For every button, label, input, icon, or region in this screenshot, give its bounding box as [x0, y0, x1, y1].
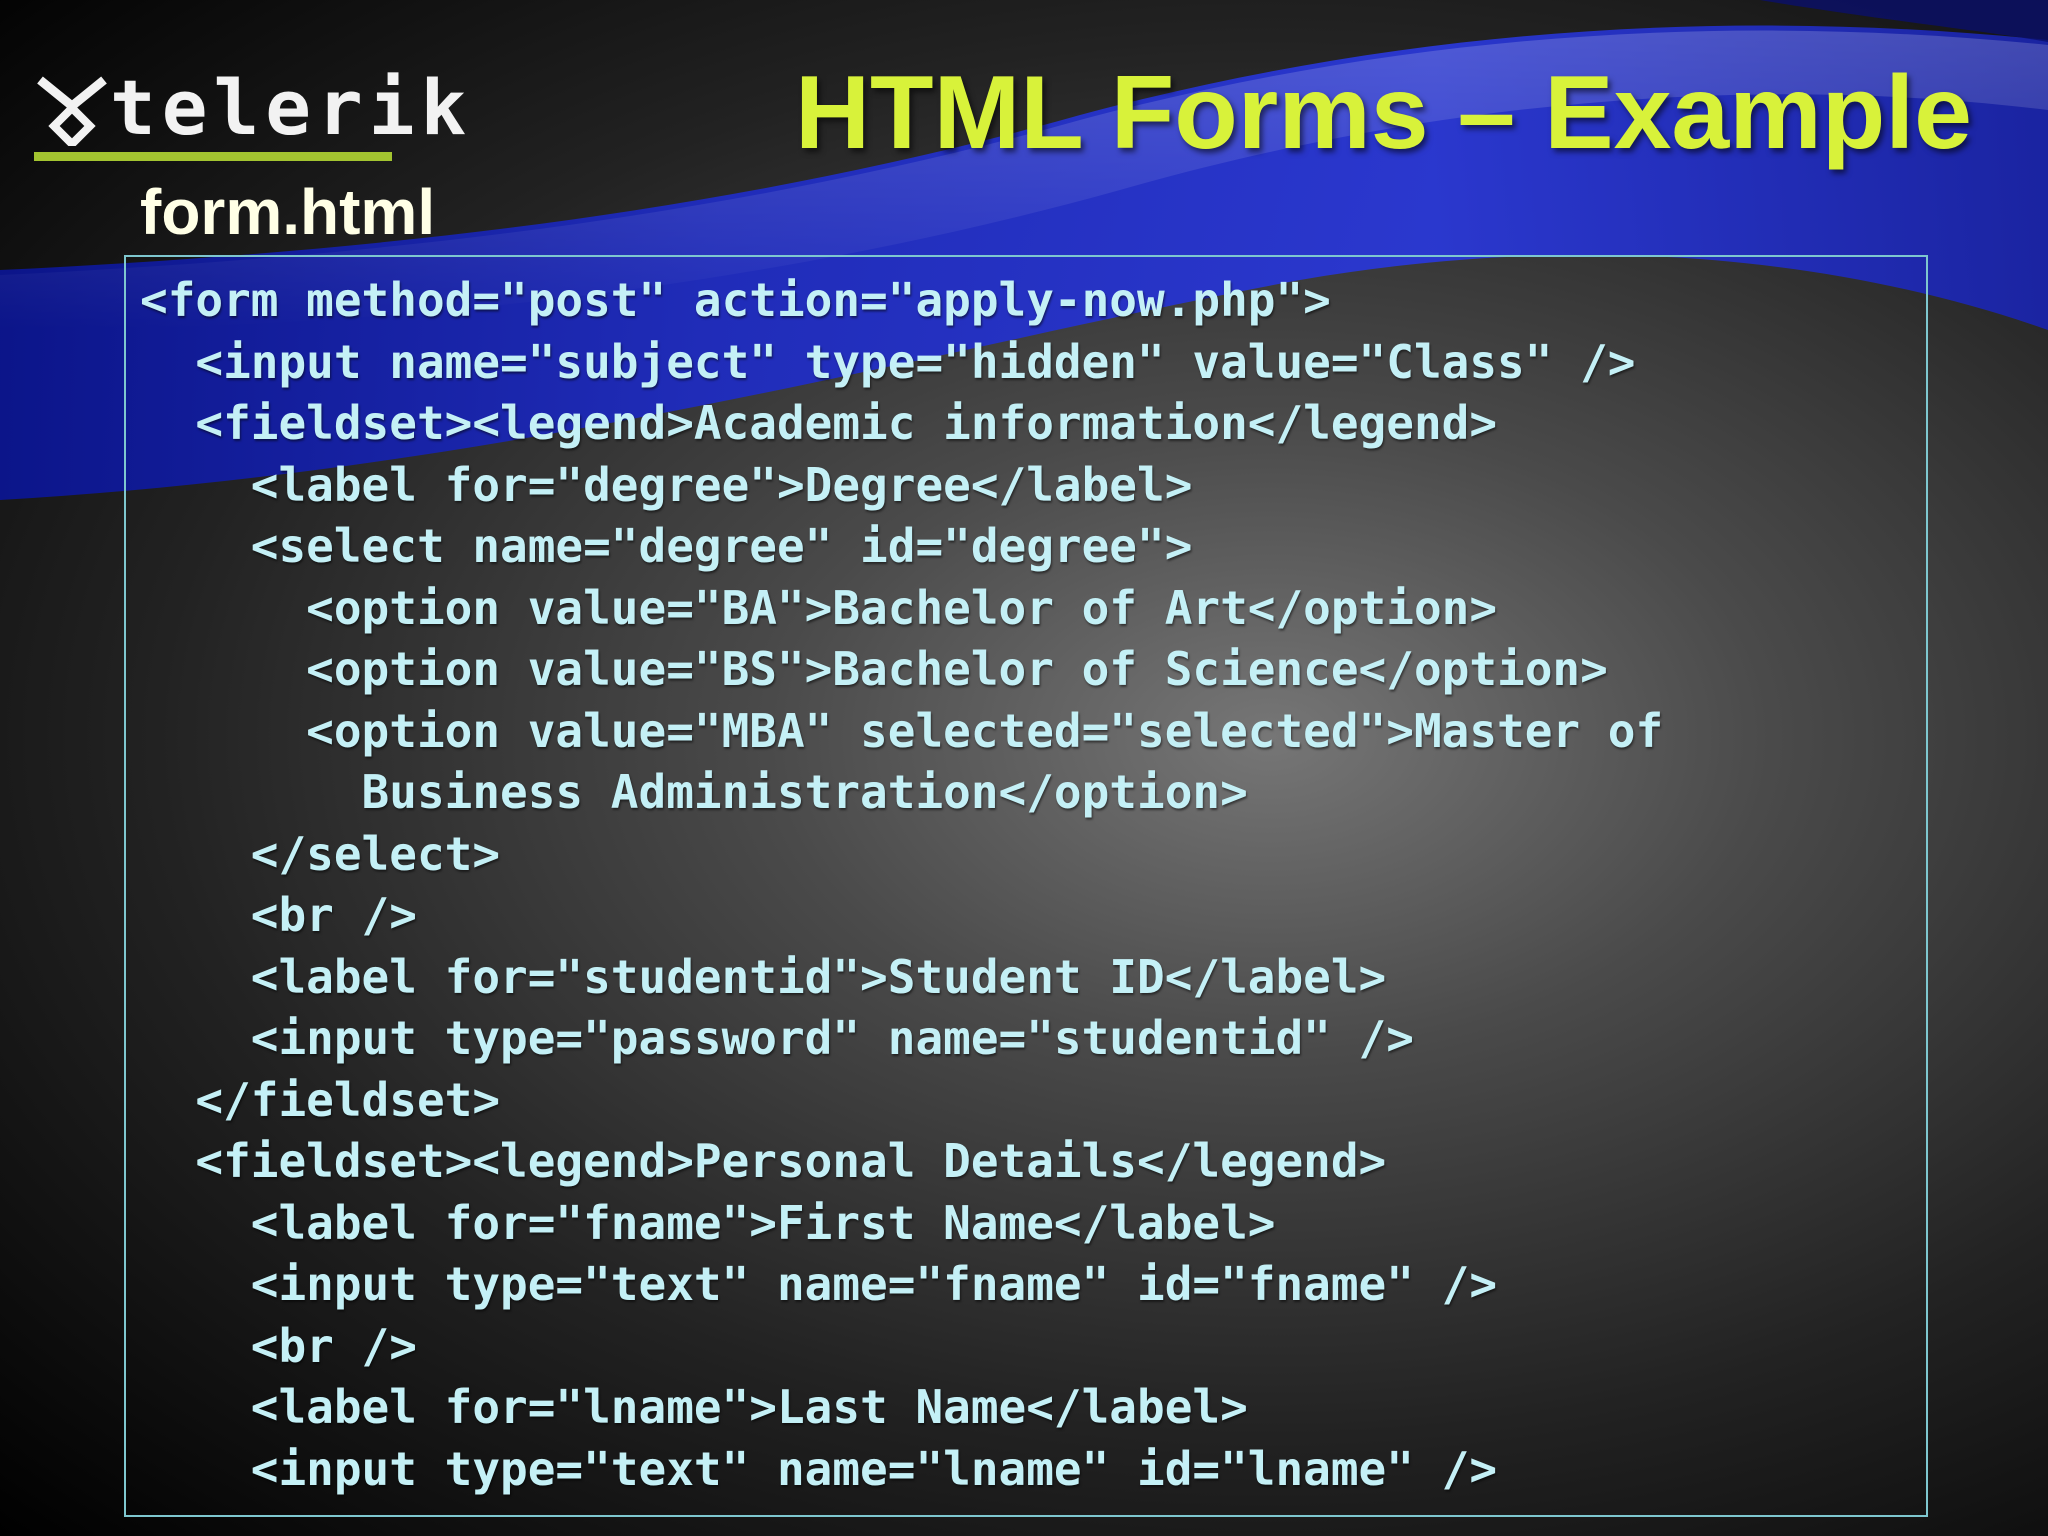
code-line: </fieldset>	[140, 1072, 501, 1127]
slide: telerik HTML Forms – Example form.html <…	[0, 0, 2048, 1536]
code-line: <fieldset><legend>Personal Details</lege…	[140, 1134, 1387, 1188]
code-line: <input name="subject" type="hidden" valu…	[140, 334, 1636, 389]
code-line: <label for="fname">First Name</label>	[140, 1195, 1276, 1250]
code-line: <option value="MBA" selected="selected">…	[140, 703, 1664, 758]
logo-text: telerik	[110, 63, 473, 152]
telerik-logo: telerik	[34, 58, 466, 161]
slide-title: HTML Forms – Example	[794, 55, 1972, 171]
code-line: <form method="post" action="apply-now.ph…	[140, 273, 1331, 327]
code-line: <br />	[140, 1318, 417, 1373]
code-line: <br />	[140, 888, 417, 942]
telerik-logo-icon	[37, 76, 107, 146]
code-line: </select>	[140, 826, 501, 881]
code-block: <form method="post" action="apply-now.ph…	[140, 270, 1663, 1500]
code-line: <fieldset><legend>Academic information</…	[140, 396, 1498, 450]
code-line: Business Administration</option>	[140, 765, 1248, 819]
code-line: <option value="BA">Bachelor of Art</opti…	[140, 580, 1498, 635]
code-line: <label for="studentid">Student ID</label…	[140, 949, 1387, 1004]
code-line: <select name="degree" id="degree">	[140, 519, 1193, 573]
code-line: <label for="lname">Last Name</label>	[140, 1380, 1248, 1434]
code-line: <label for="degree">Degree</label>	[140, 457, 1193, 512]
code-line: <option value="BS">Bachelor of Science</…	[140, 642, 1608, 696]
slide-subtitle: form.html	[140, 176, 436, 248]
code-line: <input type="text" name="lname" id="lnam…	[140, 1441, 1498, 1496]
code-line: <input type="password" name="studentid" …	[140, 1011, 1414, 1065]
code-line: <input type="text" name="fname" id="fnam…	[140, 1257, 1498, 1311]
logo-underline	[34, 152, 392, 161]
